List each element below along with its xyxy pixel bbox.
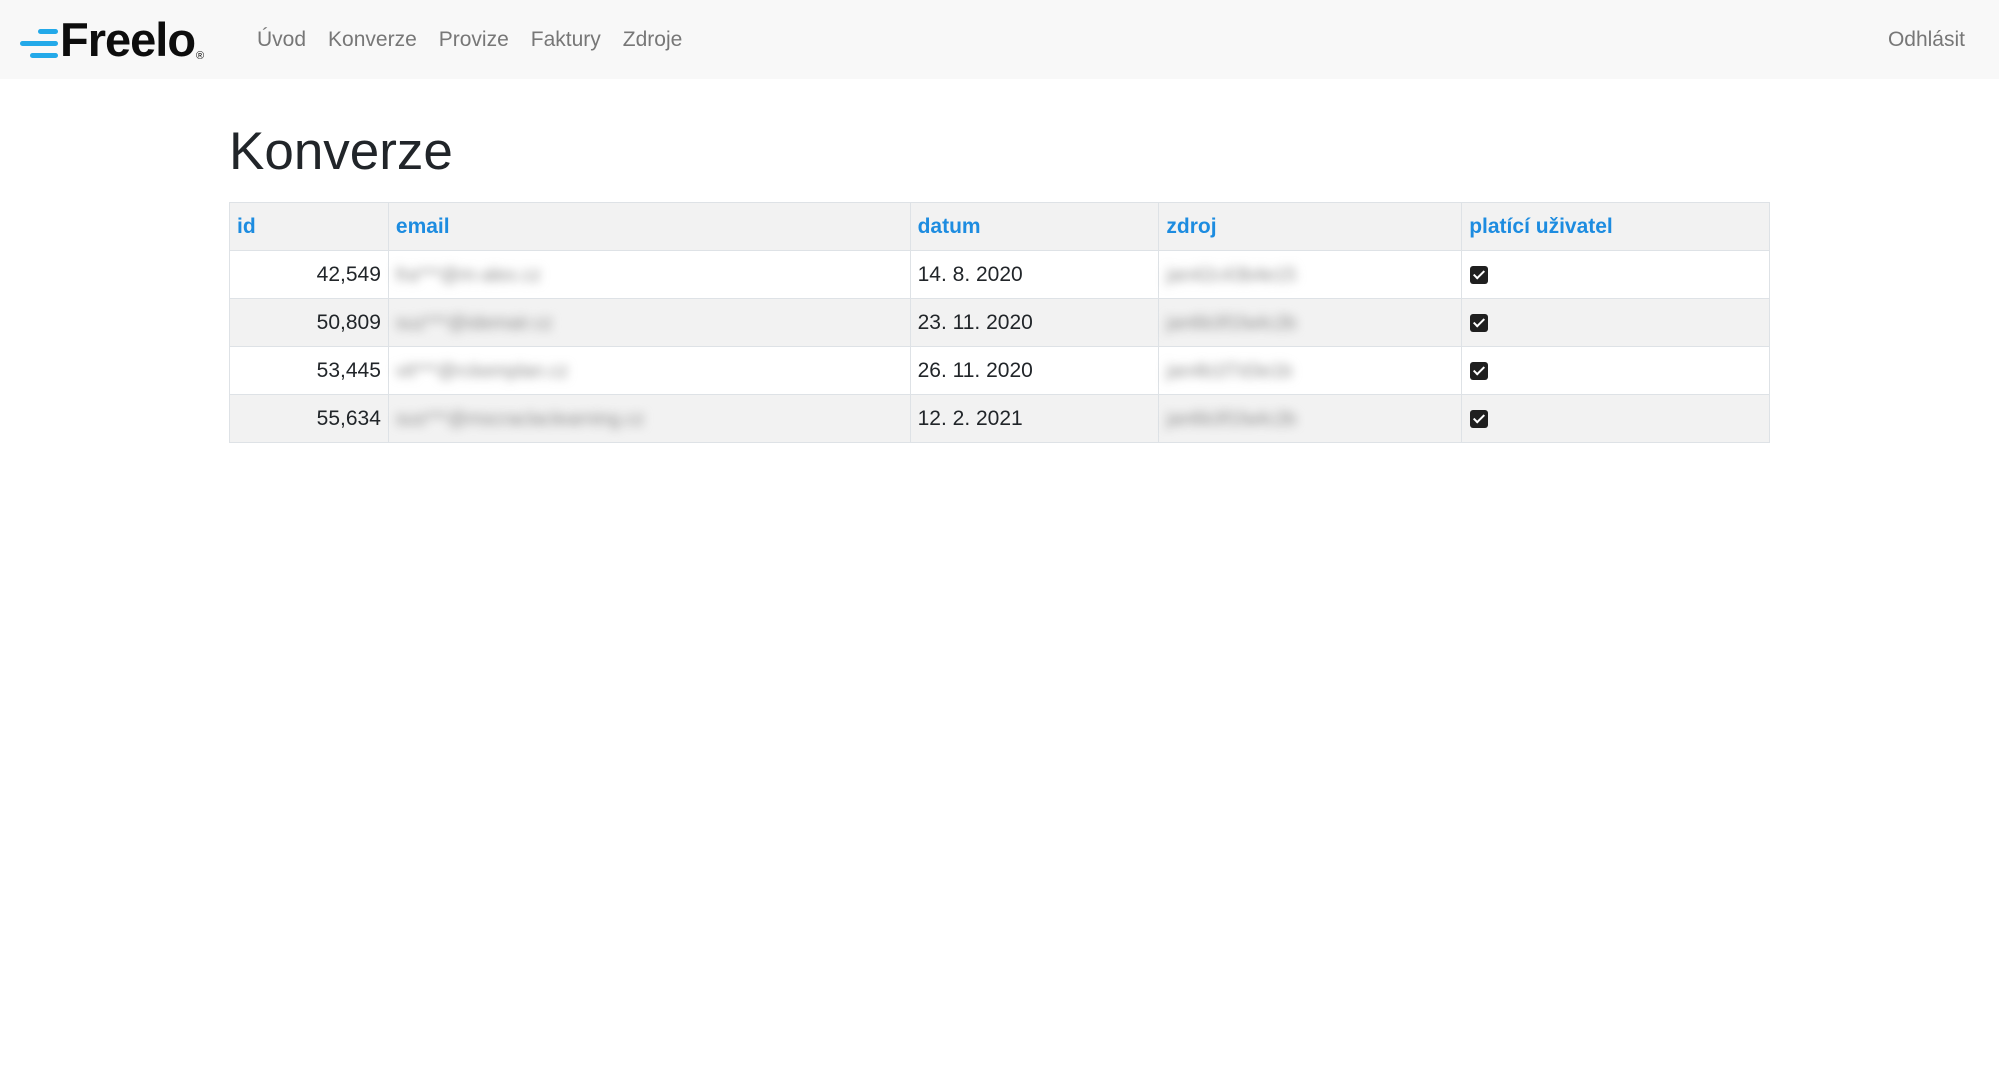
blurred-email: fra***@m-alex.cz bbox=[395, 264, 541, 286]
blurred-source: jan42c43b4e15 bbox=[1166, 264, 1297, 286]
cell-id: 55,634 bbox=[229, 394, 389, 443]
blurred-email: suz***@idemair.cz bbox=[395, 312, 553, 334]
blurred-source: jan6b3f1fa4c2b bbox=[1166, 408, 1297, 430]
column-header-zdroj[interactable]: zdroj bbox=[1158, 202, 1463, 251]
checked-checkbox-icon[interactable] bbox=[1470, 409, 1489, 428]
table-header: id email datum zdroj platící uživatel bbox=[229, 202, 1770, 251]
main-nav: Úvod Konverze Provize Faktury Zdroje bbox=[246, 0, 693, 79]
cell-email: suz***@idemair.cz bbox=[387, 298, 911, 347]
column-header-id[interactable]: id bbox=[229, 202, 389, 251]
blurred-source: jan4b1f7d3e1b bbox=[1166, 360, 1293, 382]
cell-zdroj: jan4b1f7d3e1b bbox=[1158, 346, 1463, 395]
table-row: 50,809 suz***@idemair.cz 23. 11. 2020 ja… bbox=[229, 298, 1770, 347]
nav-item-uvod[interactable]: Úvod bbox=[246, 28, 317, 51]
cell-datum: 23. 11. 2020 bbox=[909, 298, 1160, 347]
cell-datum: 12. 2. 2021 bbox=[909, 394, 1160, 443]
checked-checkbox-icon[interactable] bbox=[1470, 313, 1489, 332]
cell-email: sus***@mscraclaclearning.cz bbox=[387, 394, 911, 443]
top-navbar: Freelo ® Úvod Konverze Provize Faktury Z… bbox=[0, 0, 1999, 79]
column-header-paying-user[interactable]: platící uživatel bbox=[1461, 202, 1770, 251]
cell-datum: 14. 8. 2020 bbox=[909, 250, 1160, 299]
cell-zdroj: jan42c43b4e15 bbox=[1158, 250, 1463, 299]
registered-mark: ® bbox=[196, 50, 205, 62]
column-header-datum[interactable]: datum bbox=[909, 202, 1160, 251]
blurred-email: vit***@rckemplan.cz bbox=[395, 360, 569, 382]
cell-zdroj: jan6b3f1fa4c2b bbox=[1158, 394, 1463, 443]
table-row: 55,634 sus***@mscraclaclearning.cz 12. 2… bbox=[229, 394, 1770, 443]
conversions-table: id email datum zdroj platící uživatel 42… bbox=[229, 202, 1770, 443]
cell-email: vit***@rckemplan.cz bbox=[387, 346, 911, 395]
cell-zdroj: jan6b3f1fa4c2b bbox=[1158, 298, 1463, 347]
nav-item-provize[interactable]: Provize bbox=[428, 28, 520, 51]
cell-id: 50,809 bbox=[229, 298, 389, 347]
cell-paying-user bbox=[1461, 394, 1770, 443]
nav-item-faktury[interactable]: Faktury bbox=[520, 28, 612, 51]
cell-id: 42,549 bbox=[229, 250, 389, 299]
column-header-email[interactable]: email bbox=[387, 202, 911, 251]
cell-email: fra***@m-alex.cz bbox=[387, 250, 911, 299]
logout-link[interactable]: Odhlásit bbox=[1888, 0, 1965, 79]
checked-checkbox-icon[interactable] bbox=[1470, 361, 1489, 380]
blurred-email: sus***@mscraclaclearning.cz bbox=[395, 408, 645, 430]
cell-paying-user bbox=[1461, 250, 1770, 299]
cell-datum: 26. 11. 2020 bbox=[909, 346, 1160, 395]
page-title: Konverze bbox=[229, 122, 453, 181]
nav-item-konverze[interactable]: Konverze bbox=[317, 28, 428, 51]
blurred-source: jan6b3f1fa4c2b bbox=[1166, 312, 1297, 334]
brand-name: Freelo bbox=[60, 13, 196, 66]
cell-id: 53,445 bbox=[229, 346, 389, 395]
freelo-logo-icon bbox=[20, 22, 58, 62]
table-row: 53,445 vit***@rckemplan.cz 26. 11. 2020 … bbox=[229, 346, 1770, 395]
main-content: Konverze id email datum zdroj platící už… bbox=[229, 79, 1770, 443]
cell-paying-user bbox=[1461, 346, 1770, 395]
table-row: 42,549 fra***@m-alex.cz 14. 8. 2020 jan4… bbox=[229, 250, 1770, 299]
nav-item-zdroje[interactable]: Zdroje bbox=[612, 28, 694, 51]
cell-paying-user bbox=[1461, 298, 1770, 347]
table-body: 42,549 fra***@m-alex.cz 14. 8. 2020 jan4… bbox=[229, 250, 1770, 443]
freelo-logo[interactable]: Freelo ® bbox=[20, 16, 204, 64]
checked-checkbox-icon[interactable] bbox=[1470, 265, 1489, 284]
